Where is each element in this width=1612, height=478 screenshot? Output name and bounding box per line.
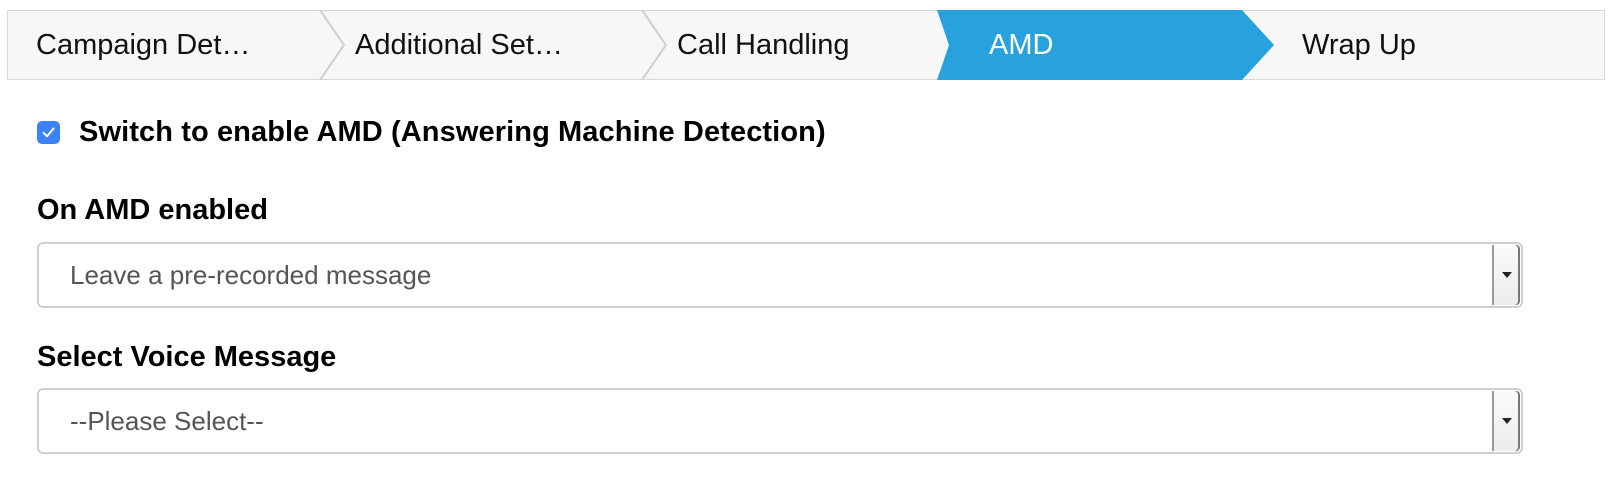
- amd-enable-checkbox[interactable]: [37, 121, 60, 144]
- voice-message-value: --Please Select--: [70, 405, 264, 436]
- checkmark-icon: [42, 127, 55, 138]
- step-separator-icon: [641, 10, 668, 80]
- step-call-handling[interactable]: Call Handling: [643, 11, 953, 79]
- step-label: Campaign Det…: [36, 28, 251, 61]
- on-amd-enabled-value: Leave a pre-recorded message: [70, 259, 432, 290]
- active-step-highlight: [937, 10, 1274, 80]
- step-campaign-details[interactable]: Campaign Det…: [8, 10, 346, 80]
- voice-message-select[interactable]: --Please Select--: [37, 388, 1523, 454]
- on-amd-enabled-label: On AMD enabled: [37, 194, 268, 226]
- step-label: AMD: [989, 28, 1054, 61]
- step-wrap-up[interactable]: Wrap Up: [1265, 11, 1604, 79]
- dropdown-button[interactable]: [1492, 391, 1520, 451]
- step-label: Wrap Up: [1302, 28, 1416, 61]
- step-label: Additional Set…: [355, 28, 563, 61]
- amd-toggle-row: Switch to enable AMD (Answering Machine …: [37, 116, 826, 149]
- dropdown-button[interactable]: [1492, 245, 1520, 305]
- select-voice-message-label: Select Voice Message: [37, 341, 337, 373]
- step-separator-icon: [319, 10, 346, 80]
- amd-checkbox-label: Switch to enable AMD (Answering Machine …: [79, 116, 826, 148]
- caret-down-icon: [1502, 418, 1512, 424]
- on-amd-enabled-select[interactable]: Leave a pre-recorded message: [37, 242, 1523, 308]
- wizard-steps: Campaign Det… Additional Set… Call Handl…: [7, 10, 1605, 80]
- step-additional-settings[interactable]: Additional Set…: [321, 10, 668, 80]
- step-label: Call Handling: [677, 28, 850, 61]
- caret-down-icon: [1502, 272, 1512, 278]
